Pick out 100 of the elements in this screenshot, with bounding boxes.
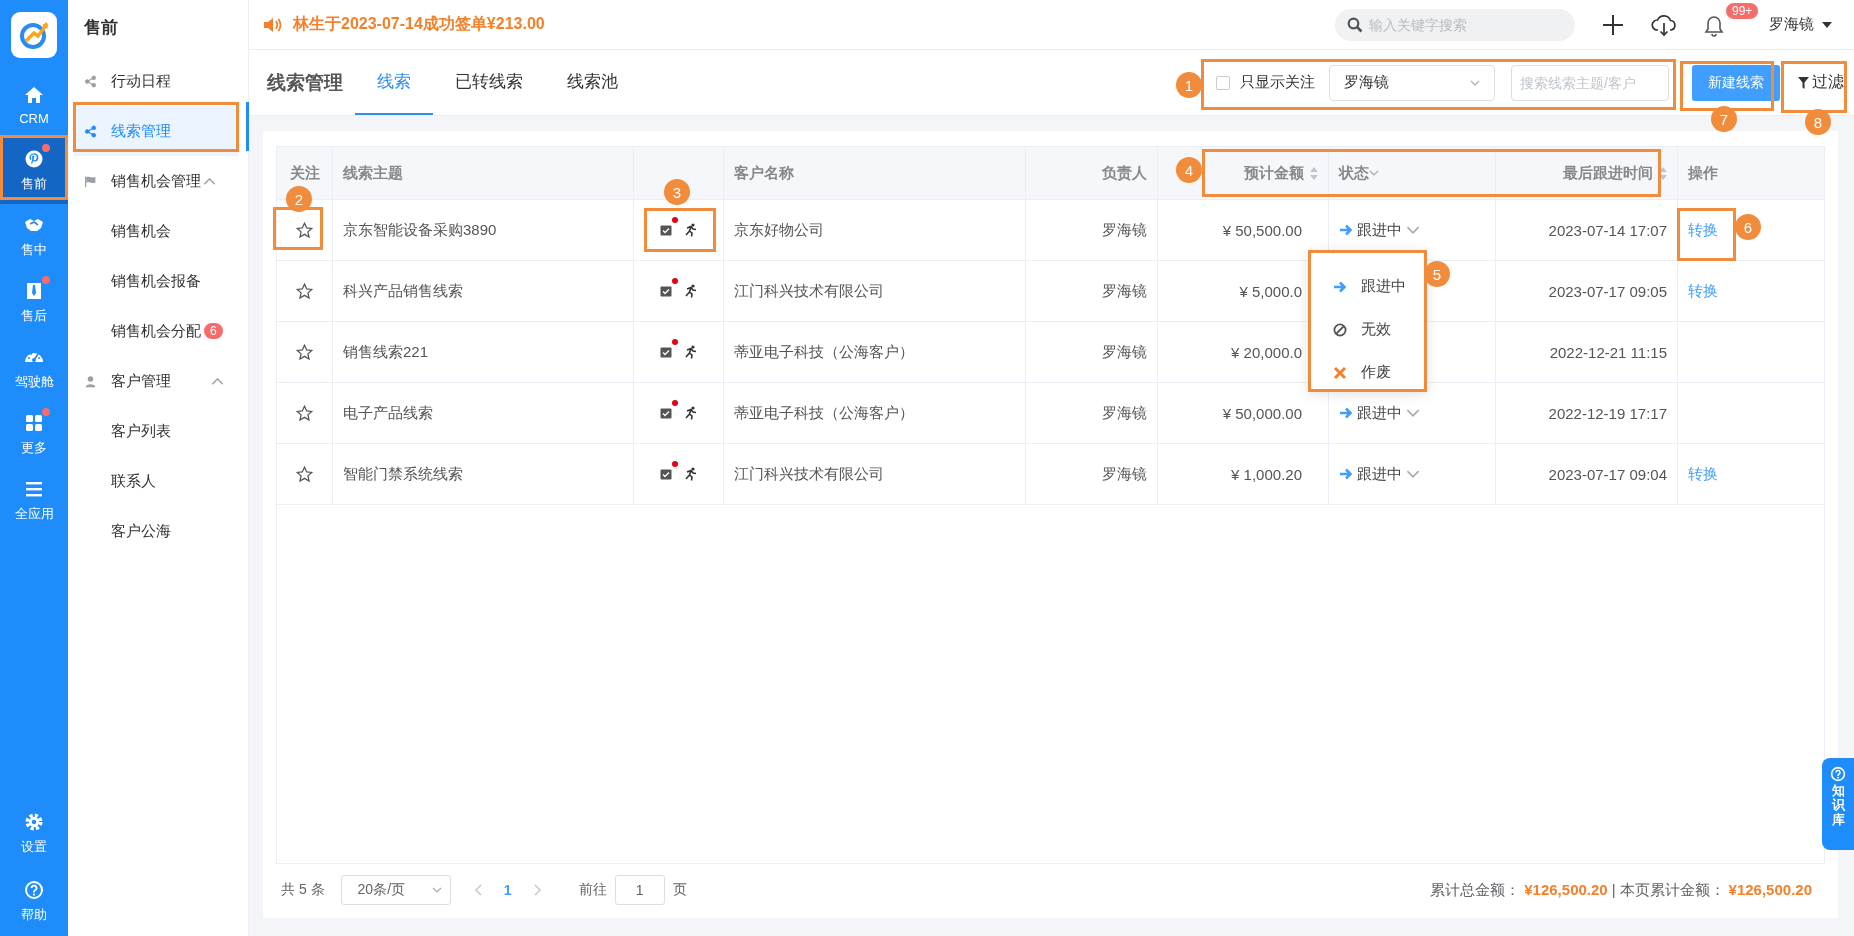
- table-cell: 科兴产品销售线索: [333, 261, 634, 322]
- nav-item[interactable]: 更多: [0, 402, 68, 468]
- menu-item[interactable]: 客户公海: [68, 506, 238, 556]
- count-badge: 99+: [1725, 1, 1760, 20]
- page-size-select[interactable]: 20条/页: [340, 875, 451, 905]
- app-logo[interactable]: [11, 12, 57, 58]
- nav-item[interactable]: 帮助: [0, 868, 68, 936]
- menu-item[interactable]: 销售机会: [68, 206, 238, 256]
- sum-label: 本页累计金额：: [1619, 880, 1725, 900]
- sum-label: 累计总金额：: [1430, 880, 1521, 900]
- nav-item[interactable]: 售后: [0, 270, 68, 336]
- table-cell: 罗海镜: [1026, 322, 1158, 383]
- calendar-icon[interactable]: [659, 346, 672, 358]
- star-icon[interactable]: [296, 282, 313, 300]
- goto-label: 前往: [578, 881, 607, 899]
- status-dropdown[interactable]: 跟进中: [1339, 464, 1420, 484]
- table-cell: 2022-12-19 17:17: [1496, 383, 1678, 444]
- notification-dot: [671, 278, 678, 284]
- star-icon[interactable]: [296, 404, 313, 422]
- running-person-icon[interactable]: [683, 467, 698, 481]
- person-icon: [84, 373, 97, 389]
- menu-item[interactable]: 行动日程: [68, 56, 238, 106]
- nav-label: 驾驶舱: [14, 373, 54, 391]
- table-cell: 罗海镜: [1026, 383, 1158, 444]
- table-cell: 京东智能设备采购3890: [333, 200, 634, 261]
- page-title: 线索管理: [267, 70, 343, 95]
- cloud-download-icon[interactable]: [1651, 12, 1677, 37]
- menu-item[interactable]: 客户列表: [68, 406, 238, 456]
- user-menu[interactable]: 罗海镜: [1769, 15, 1832, 34]
- table-cell: 江门科兴技术有限公司: [724, 261, 1026, 322]
- highlight-frame: [1677, 208, 1736, 261]
- menu-item[interactable]: 销售机会分配 6: [68, 306, 238, 356]
- tab[interactable]: 线索: [355, 50, 433, 115]
- page-input[interactable]: 1: [614, 875, 665, 905]
- table-cell: 蒂亚电子科技（公海客户）: [724, 383, 1026, 444]
- table-cell: ¥ 1,000.20: [1158, 444, 1329, 505]
- star-icon[interactable]: [296, 343, 313, 361]
- menu-icon: [24, 479, 44, 499]
- separator-text: |: [1611, 880, 1616, 900]
- page-unit: 页: [672, 881, 687, 899]
- search-field[interactable]: 搜索线索主题/客户: [1511, 64, 1669, 101]
- status-dropdown[interactable]: 跟进中: [1339, 220, 1420, 240]
- nav-label: 帮助: [21, 906, 47, 924]
- help-icon: [1830, 766, 1846, 782]
- table-cell: 智能门禁系统线索: [333, 444, 634, 505]
- table-cell: 罗海镜: [1026, 261, 1158, 322]
- pin-icon: [24, 149, 44, 169]
- nav-item[interactable]: 售中: [0, 204, 68, 270]
- column-header: 客户名称: [724, 147, 1026, 200]
- calendar-icon[interactable]: [659, 224, 672, 236]
- tab[interactable]: 线索池: [545, 50, 640, 115]
- menu-item[interactable]: 联系人: [68, 456, 238, 506]
- arrow-right-icon: [1333, 279, 1347, 294]
- table-cell: 江门科兴技术有限公司: [724, 444, 1026, 505]
- tab[interactable]: 已转线索: [433, 50, 545, 115]
- filter-button[interactable]: 过滤: [1798, 72, 1844, 93]
- table-cell: 罗海镜: [1026, 444, 1158, 505]
- highlight-frame: [644, 208, 716, 252]
- table-cell: 销售线索221: [333, 322, 634, 383]
- table-cell: 2023-07-17 09:04: [1496, 444, 1678, 505]
- nav-item[interactable]: 设置: [0, 800, 68, 868]
- table-cell: 2023-07-14 17:07: [1496, 200, 1678, 261]
- menu-item[interactable]: 销售机会报备: [68, 256, 238, 306]
- owner-select[interactable]: 罗海镜: [1329, 64, 1495, 101]
- column-header[interactable]: 状态: [1339, 163, 1369, 183]
- column-header: 线索主题: [333, 147, 634, 200]
- status-dropdown[interactable]: 跟进中: [1339, 403, 1420, 423]
- calendar-icon[interactable]: [659, 407, 672, 419]
- calendar-icon[interactable]: [659, 468, 672, 480]
- highlight-frame: [0, 135, 68, 200]
- tie-icon: [24, 281, 44, 301]
- caret-icon: [1822, 21, 1832, 28]
- nav-item[interactable]: 全应用: [0, 468, 68, 534]
- arrow-right-icon: [1339, 223, 1353, 237]
- nav-item[interactable]: CRM: [0, 72, 68, 138]
- running-person-icon[interactable]: [683, 223, 698, 237]
- grid-icon: [24, 413, 44, 433]
- home-icon: [24, 84, 44, 105]
- help-icon: [24, 880, 44, 900]
- running-person-icon[interactable]: [683, 345, 698, 359]
- forbidden-icon: [1333, 322, 1347, 337]
- plus-icon[interactable]: [1601, 12, 1625, 37]
- checkbox[interactable]: [1216, 75, 1230, 90]
- menu-item[interactable]: 销售机会管理: [68, 156, 238, 206]
- knowledge-base-tab[interactable]: 知识库: [1822, 758, 1854, 850]
- nav-label: 售后: [21, 307, 47, 325]
- arrow-right-icon: [1339, 406, 1353, 420]
- star-icon[interactable]: [296, 221, 313, 239]
- nav-item[interactable]: 驾驶舱: [0, 336, 68, 402]
- calendar-icon[interactable]: [659, 285, 672, 297]
- caret-icon: [431, 887, 442, 893]
- caret-icon: [1369, 170, 1379, 176]
- star-icon[interactable]: [296, 465, 313, 483]
- table-cell: 2023-07-17 09:05: [1496, 261, 1678, 322]
- running-person-icon[interactable]: [683, 406, 698, 420]
- nav-label: 全应用: [14, 505, 54, 523]
- nav-label: 更多: [21, 439, 47, 457]
- running-person-icon[interactable]: [683, 284, 698, 298]
- column-header: 负责人: [1026, 147, 1158, 200]
- menu-item[interactable]: 客户管理: [68, 356, 238, 406]
